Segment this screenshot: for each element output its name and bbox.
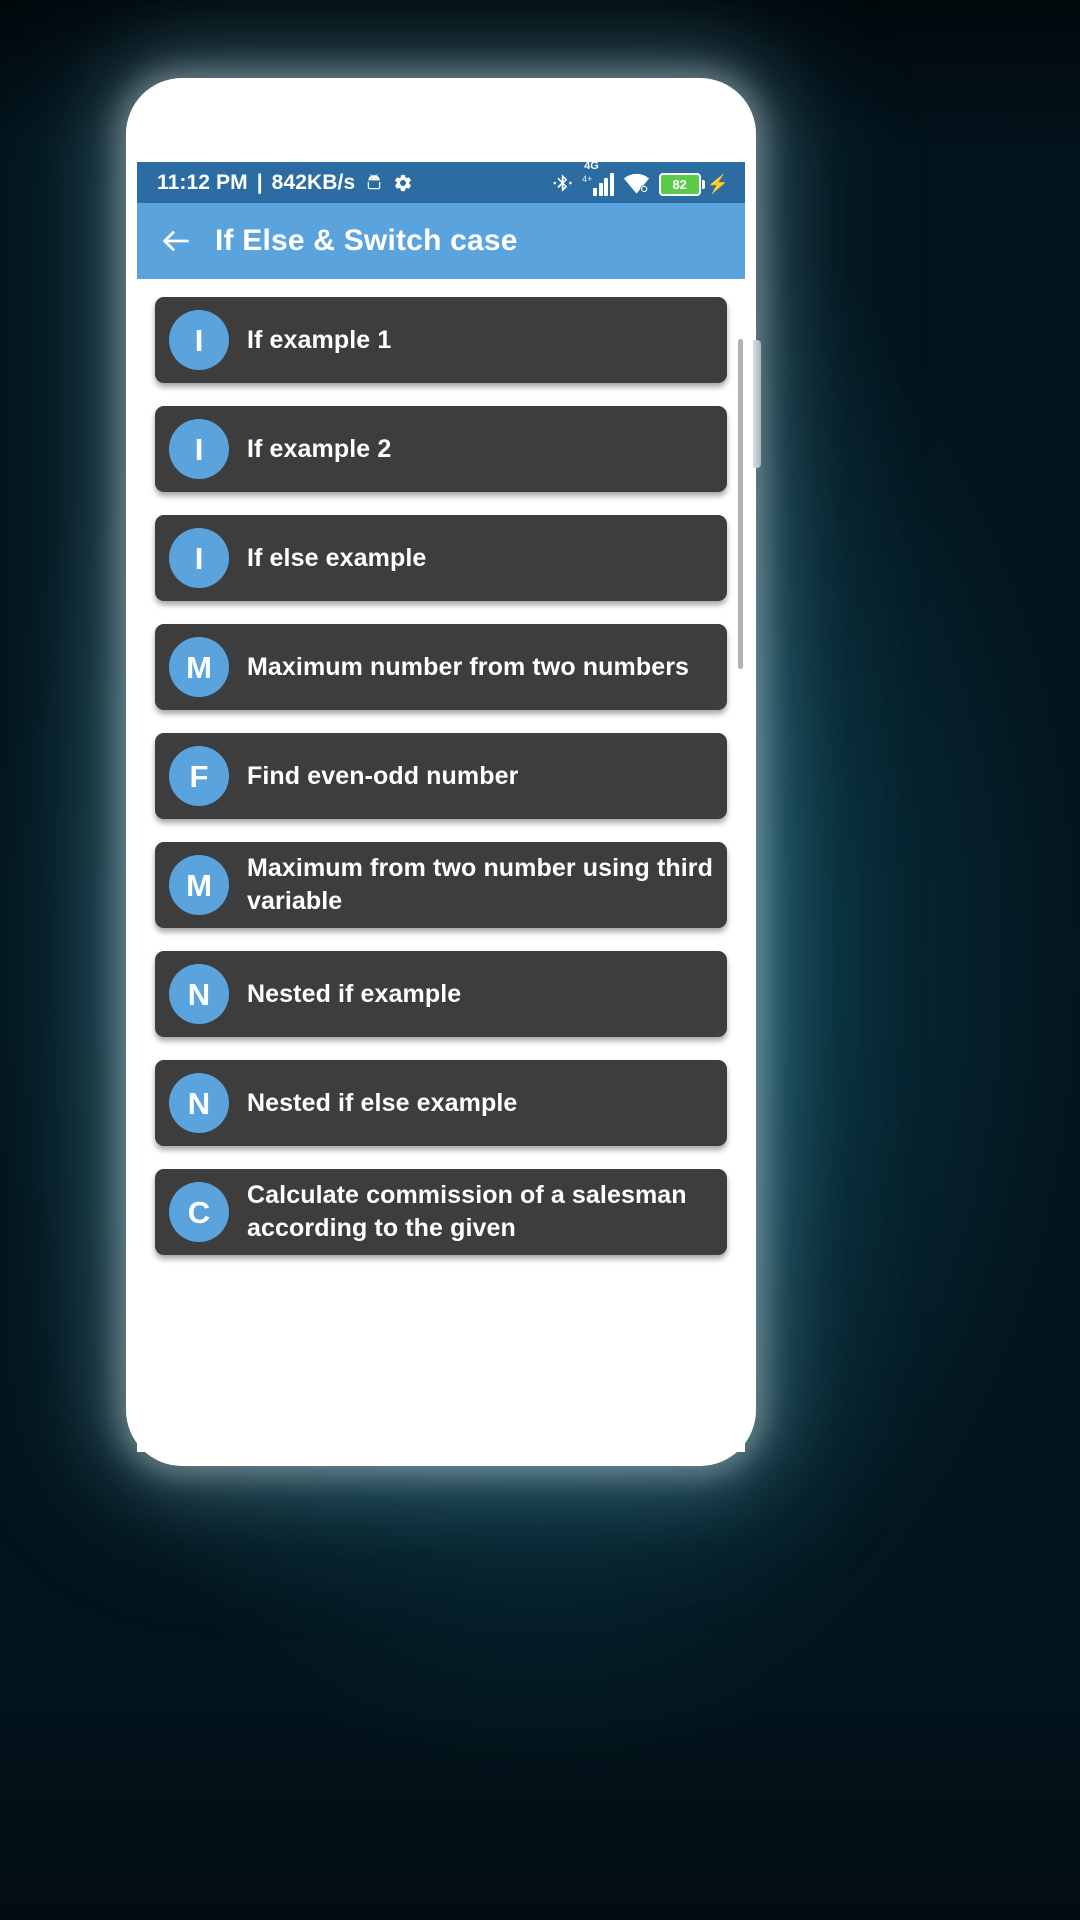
phone-side-button[interactable] bbox=[753, 340, 761, 468]
background-bottom-vignette bbox=[0, 1690, 1080, 1920]
status-bar: 11:12 PM | 842KB/s 4G 4+ 82 ⚡ bbox=[137, 162, 745, 203]
list-item-label: If example 2 bbox=[247, 434, 392, 463]
avatar: F bbox=[169, 746, 229, 806]
status-bar-left: 11:12 PM | 842KB/s bbox=[157, 171, 413, 195]
scrollbar-thumb[interactable] bbox=[738, 339, 743, 669]
list-item-label: Find even-odd number bbox=[247, 761, 519, 790]
list-item-label: Nested if else example bbox=[247, 1088, 518, 1117]
avatar: C bbox=[169, 1182, 229, 1242]
avatar: M bbox=[169, 637, 229, 697]
status-time: 11:12 PM bbox=[157, 170, 248, 194]
wifi-icon bbox=[623, 173, 649, 194]
battery-level-label: 82 bbox=[658, 172, 701, 196]
bluetooth-icon bbox=[553, 173, 572, 191]
signal-bars bbox=[593, 172, 614, 196]
network-type-label: 4G bbox=[584, 162, 599, 172]
list-item[interactable]: C Calculate commission of a salesman acc… bbox=[155, 1169, 727, 1255]
avatar: I bbox=[169, 528, 229, 588]
status-bar-right: 4G 4+ 82 ⚡ bbox=[552, 162, 729, 196]
avatar: I bbox=[169, 310, 229, 370]
app-bar: If Else & Switch case bbox=[137, 203, 745, 279]
list-item-label: Maximum from two number using third vari… bbox=[247, 854, 714, 915]
list-item[interactable]: F Find even-odd number bbox=[155, 733, 727, 819]
phone-mockup: 11:12 PM | 842KB/s 4G 4+ 82 ⚡ If Else & … bbox=[126, 78, 761, 1466]
phone-screen: 11:12 PM | 842KB/s 4G 4+ 82 ⚡ If Else & … bbox=[137, 162, 745, 1452]
page-title: If Else & Switch case bbox=[215, 224, 518, 257]
list-item[interactable]: M Maximum from two number using third va… bbox=[155, 842, 727, 928]
back-arrow-icon[interactable] bbox=[159, 224, 193, 258]
list-item[interactable]: I If else example bbox=[155, 515, 727, 601]
example-list[interactable]: I If example 1 I If example 2 I If else … bbox=[137, 279, 745, 1452]
list-item[interactable]: N Nested if else example bbox=[155, 1060, 727, 1146]
list-item-label: Nested if example bbox=[247, 979, 462, 1008]
android-head-icon bbox=[367, 173, 381, 189]
list-item[interactable]: N Nested if example bbox=[155, 951, 727, 1037]
avatar: M bbox=[169, 855, 229, 915]
list-item-label: If else example bbox=[247, 543, 427, 572]
list-item-label: Calculate commission of a salesman accor… bbox=[247, 1181, 687, 1242]
status-separator: | bbox=[256, 170, 263, 194]
gear-icon bbox=[395, 174, 412, 191]
list-item-label: Maximum number from two numbers bbox=[247, 652, 690, 681]
battery-tip bbox=[701, 179, 705, 189]
battery-icon: 82 ⚡ bbox=[658, 172, 729, 196]
charging-bolt-icon: ⚡ bbox=[706, 174, 729, 194]
list-item[interactable]: I If example 2 bbox=[155, 406, 727, 492]
status-network-speed: 842KB/s bbox=[271, 170, 356, 194]
list-item[interactable]: I If example 1 bbox=[155, 297, 727, 383]
avatar: N bbox=[169, 964, 229, 1024]
signal-icon: 4G 4+ bbox=[582, 162, 614, 196]
list-item-label: If example 1 bbox=[247, 325, 392, 354]
network-sub-label: 4+ bbox=[582, 173, 593, 184]
list-item[interactable]: M Maximum number from two numbers bbox=[155, 624, 727, 710]
avatar: I bbox=[169, 419, 229, 479]
scrollbar-track[interactable] bbox=[738, 279, 743, 1452]
avatar: N bbox=[169, 1073, 229, 1133]
